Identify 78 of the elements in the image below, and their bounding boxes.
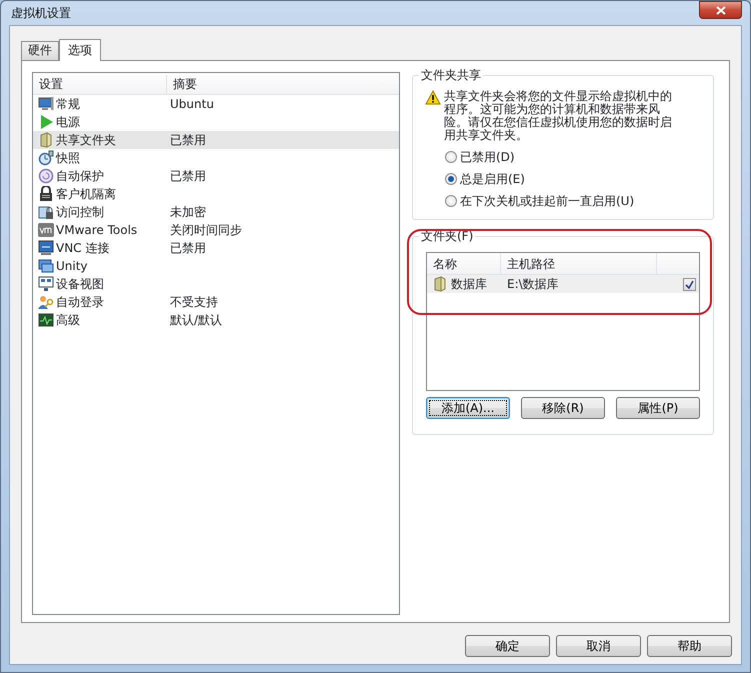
setting-summary: 默认/默认 [169,312,222,329]
setting-name: VNC 连接 [56,240,110,257]
radio-label: 已禁用(D) [460,149,515,166]
dialog-button[interactable]: 属性(P) [616,397,700,419]
tab[interactable]: 硬件 [21,41,59,60]
column-header[interactable]: 摘要 [167,74,197,92]
activity-monitor-icon [38,312,54,328]
setting-name: 设备视图 [56,276,104,293]
setting-name: 高级 [56,312,80,329]
window-title: 虚拟机设置 [10,5,71,22]
list-row[interactable]: 高级 默认/默认 [33,311,399,329]
dialog-button[interactable]: 添加(A)... [426,397,510,419]
setting-name: 访问控制 [56,204,104,221]
column-header[interactable]: 名称 [427,253,501,274]
column-header[interactable]: 设置 [33,74,167,92]
dialog-button[interactable]: 移除(R) [521,397,605,419]
display-icon [38,96,54,112]
setting-name: VMware Tools [56,222,138,239]
setting-name: 快照 [56,150,80,167]
setting-summary: 已禁用 [169,240,206,257]
vm-logo-icon [38,222,54,238]
setting-name: 自动保护 [56,168,104,185]
close-icon [716,6,726,14]
close-button[interactable] [699,1,742,19]
windows-icon [38,258,54,274]
list-row[interactable]: 客户机隔离 [33,185,399,203]
radio-label: 在下次关机或挂起前一直启用(U) [460,193,634,210]
setting-name: 电源 [56,114,80,131]
dialog-button[interactable]: 取消 [556,635,641,657]
setting-summary: 已禁用 [169,168,206,185]
folder-row[interactable]: 数据库 E:\数据库 [427,275,699,293]
setting-name: 常规 [56,96,80,113]
device-view-icon [38,276,54,292]
folder-icon [38,132,54,148]
dialog-button[interactable]: 帮助 [647,635,732,657]
list-row[interactable]: Unity [33,257,399,275]
radio-button[interactable] [445,173,457,185]
clock-icon [38,168,54,184]
setting-summary: 已禁用 [169,132,206,149]
warning-icon [425,90,441,106]
list-row[interactable]: 快照 [33,149,399,167]
radio-option[interactable]: 在下次关机或挂起前一直启用(U) [445,192,703,210]
list-row[interactable]: 共享文件夹 已禁用 [33,131,399,149]
list-row[interactable]: 常规 Ubuntu [33,95,399,113]
setting-name: 共享文件夹 [56,132,116,149]
tab[interactable]: 选项 [59,39,101,61]
folder-path: E:\数据库 [506,276,560,293]
warning-text: 共享文件夹会将您的文件显示给虚拟机中的程序。这可能为您的计算机和数据带来风险。请仅在您信任虚拟机使用您的数据时启用共享文件夹。 [444,90,673,142]
list-row[interactable]: 电源 [33,113,399,131]
list-row[interactable]: 设备视图 [33,275,399,293]
setting-name: 自动登录 [56,294,104,311]
setting-name: 客户机隔离 [56,186,116,203]
radio-label: 总是启用(E) [460,171,525,188]
folder-icon [432,276,448,292]
list-row[interactable]: 自动保护 已禁用 [33,167,399,185]
setting-summary: 关闭时间同步 [169,222,242,239]
monitor-icon [38,240,54,256]
camera-clock-icon [38,150,54,166]
radio-option[interactable]: 已禁用(D) [445,148,703,166]
radio-option[interactable]: 总是启用(E) [445,170,703,188]
checkbox[interactable] [683,278,696,290]
radio-button[interactable] [445,195,457,207]
radio-button[interactable] [445,151,457,163]
setting-summary: 不受支持 [169,294,218,311]
list-row[interactable]: 自动登录 不受支持 [33,293,399,311]
setting-summary: Ubuntu [169,96,214,113]
folder-name: 数据库 [451,276,487,293]
list-row[interactable]: VNC 连接 已禁用 [33,239,399,257]
lock-window-icon [38,204,54,220]
setting-summary: 未加密 [169,204,206,221]
setting-name: Unity [56,258,88,275]
user-key-icon [38,294,54,310]
group-title: 文件夹共享 [419,68,483,82]
dialog-button[interactable]: 确定 [465,635,550,657]
list-row[interactable]: VMware Tools 关闭时间同步 [33,221,399,239]
column-header[interactable]: 主机路径 [501,253,657,274]
lock-icon [38,186,54,202]
list-row[interactable]: 访问控制 未加密 [33,203,399,221]
